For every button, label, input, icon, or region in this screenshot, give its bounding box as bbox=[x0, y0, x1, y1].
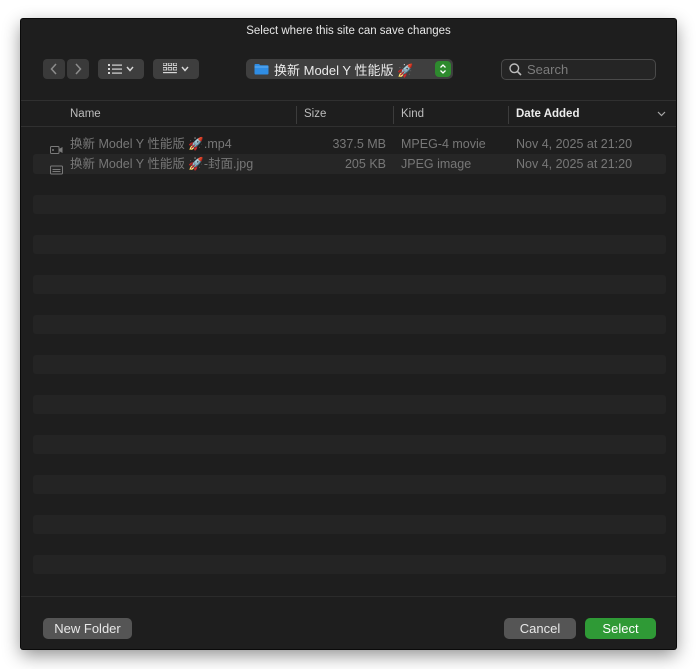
back-button[interactable] bbox=[43, 59, 65, 79]
column-divider[interactable] bbox=[393, 106, 394, 124]
file-size: 337.5 MB bbox=[332, 137, 386, 151]
file-name: 换新 Model Y 性能版 🚀.mp4 bbox=[70, 137, 232, 151]
empty-row-stripe bbox=[33, 515, 666, 534]
dialog-title: Select where this site can save changes bbox=[246, 25, 451, 37]
file-date-added: Nov 4, 2025 at 21:20 bbox=[516, 137, 633, 151]
empty-row-stripe bbox=[33, 195, 666, 214]
up-down-chevron-icon bbox=[440, 64, 446, 74]
file-size: 205 KB bbox=[344, 157, 386, 171]
empty-row-stripe bbox=[33, 435, 666, 454]
footer-divider bbox=[21, 596, 676, 597]
view-mode-grid-button[interactable] bbox=[153, 59, 199, 79]
empty-row-stripe bbox=[33, 275, 666, 294]
location-popup[interactable]: 换新 Model Y 性能版 🚀 bbox=[246, 59, 453, 79]
chevron-down-icon bbox=[126, 66, 134, 72]
location-label: 换新 Model Y 性能版 🚀 bbox=[274, 62, 414, 78]
column-headers: Name Size Kind Date Added bbox=[21, 103, 676, 125]
table-row[interactable]: 换新 Model Y 性能版 🚀-封面.jpg 205 KB JPEG imag… bbox=[33, 154, 666, 175]
select-button[interactable]: Select bbox=[585, 618, 656, 639]
empty-row-stripe bbox=[33, 555, 666, 574]
cancel-button[interactable]: Cancel bbox=[504, 618, 576, 639]
search-icon bbox=[509, 63, 522, 76]
file-name: 换新 Model Y 性能版 🚀-封面.jpg bbox=[70, 157, 254, 171]
navigation-buttons bbox=[43, 59, 90, 79]
empty-row-stripe bbox=[33, 475, 666, 494]
empty-row-stripe bbox=[33, 315, 666, 334]
folder-icon bbox=[254, 64, 269, 75]
toolbar-divider bbox=[21, 100, 676, 101]
table-row[interactable]: 换新 Model Y 性能版 🚀.mp4 337.5 MB MPEG-4 mov… bbox=[33, 134, 666, 154]
header-divider bbox=[21, 126, 676, 127]
list-view-icon bbox=[108, 64, 122, 74]
file-kind: JPEG image bbox=[401, 157, 472, 171]
forward-button[interactable] bbox=[67, 59, 89, 79]
column-divider[interactable] bbox=[508, 106, 509, 124]
image-file-icon bbox=[50, 165, 63, 175]
save-location-dialog: Select where this site can save changes bbox=[21, 19, 676, 649]
column-divider[interactable] bbox=[296, 106, 297, 124]
empty-row-stripe bbox=[33, 355, 666, 374]
chevron-left-icon bbox=[50, 63, 57, 75]
column-header-kind[interactable]: Kind bbox=[401, 103, 424, 125]
new-folder-button[interactable]: New Folder bbox=[43, 618, 132, 639]
file-date-added: Nov 4, 2025 at 21:20 bbox=[516, 157, 633, 171]
column-header-size[interactable]: Size bbox=[304, 103, 326, 125]
location-stepper[interactable] bbox=[435, 61, 451, 77]
grid-view-icon bbox=[163, 63, 177, 74]
column-header-date-added[interactable]: Date Added bbox=[516, 103, 579, 125]
view-mode-list-button[interactable] bbox=[98, 59, 144, 79]
file-kind: MPEG-4 movie bbox=[401, 137, 486, 151]
chevron-right-icon bbox=[75, 63, 82, 75]
column-header-name[interactable]: Name bbox=[70, 103, 101, 125]
chevron-down-icon bbox=[181, 66, 189, 72]
empty-row-stripe bbox=[33, 395, 666, 414]
sort-descending-icon bbox=[657, 111, 666, 117]
search-input[interactable] bbox=[527, 62, 647, 77]
search-field[interactable] bbox=[501, 59, 656, 80]
empty-row-stripe bbox=[33, 235, 666, 254]
